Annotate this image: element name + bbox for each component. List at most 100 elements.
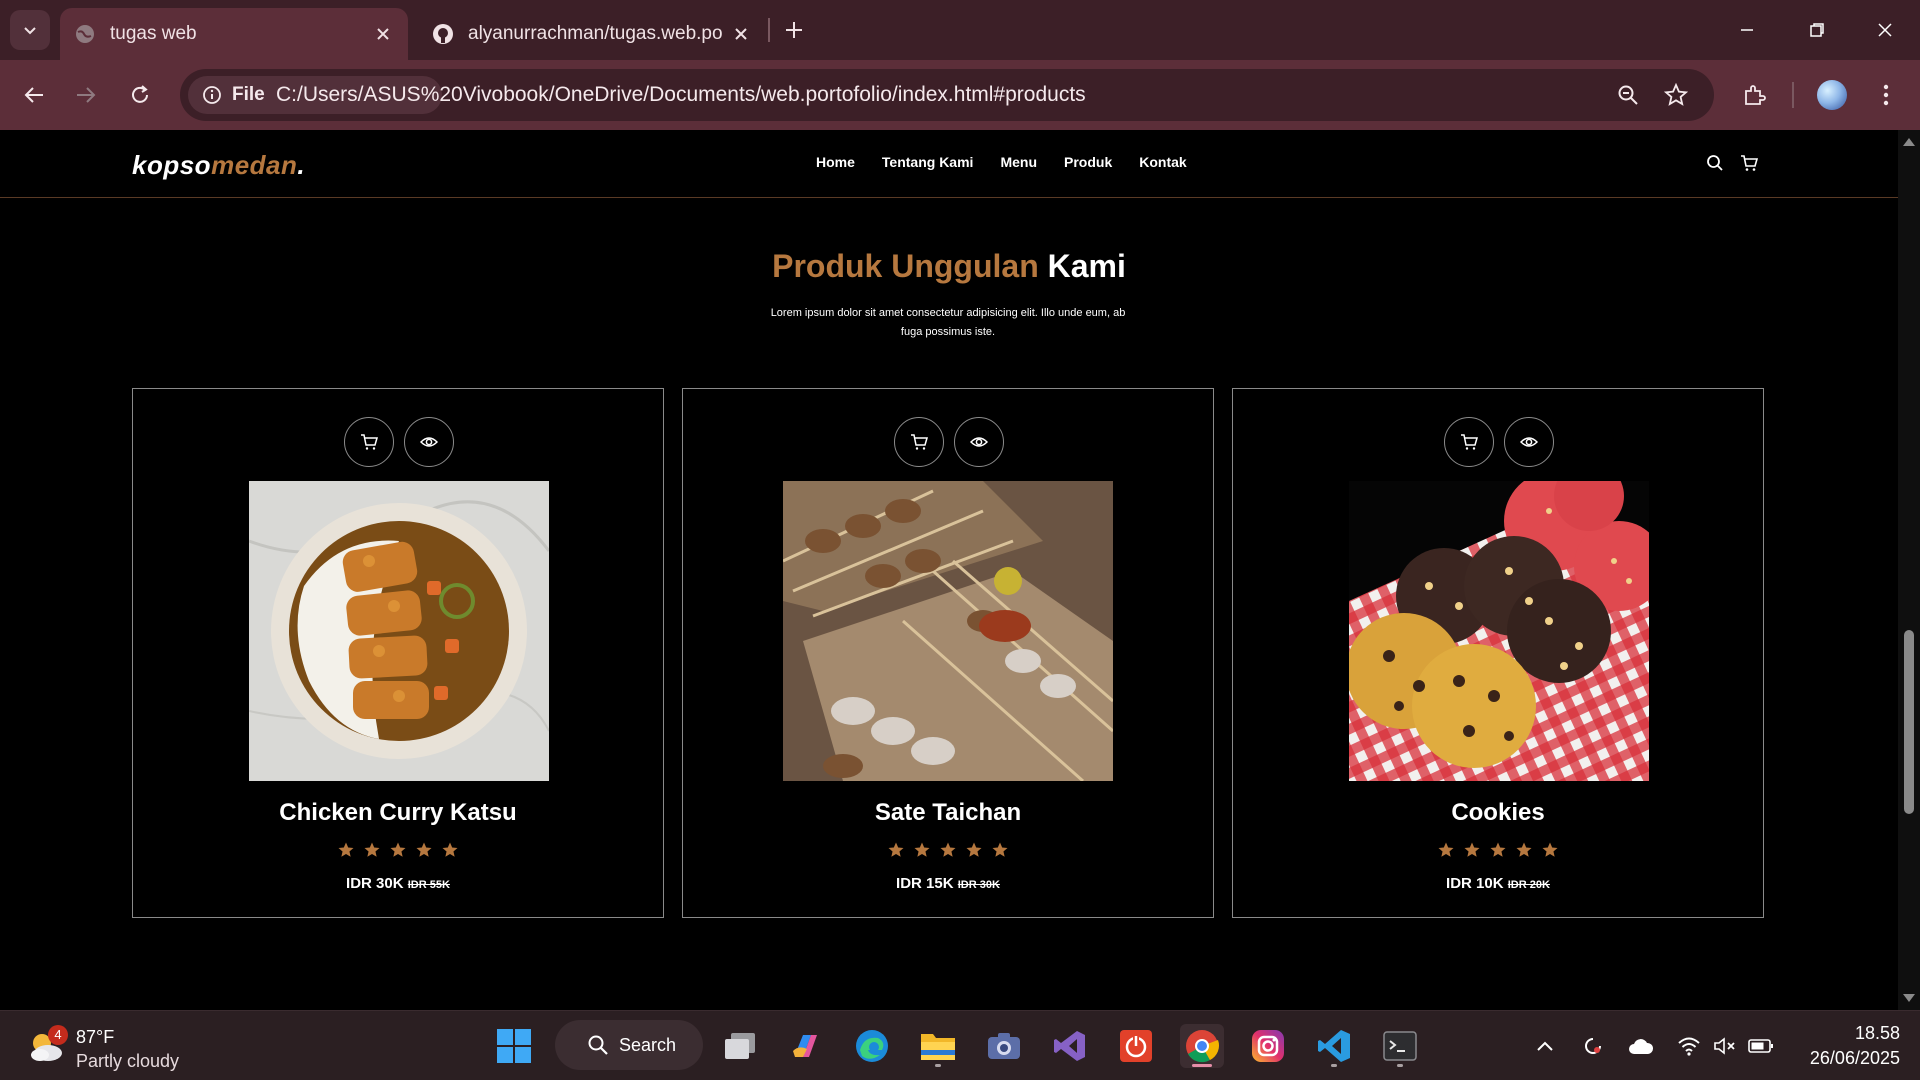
nav-link-produk[interactable]: Produk xyxy=(1064,154,1112,170)
toolbar-divider xyxy=(1792,82,1794,108)
reload-button[interactable] xyxy=(120,75,160,115)
tab-github[interactable]: alyanurrachman/tugas.web.port xyxy=(418,8,766,60)
tab-search-button[interactable] xyxy=(10,10,50,50)
vscode-icon xyxy=(1318,1030,1350,1062)
chevron-up-icon xyxy=(1537,1041,1553,1051)
new-tab-button[interactable] xyxy=(776,12,812,48)
running-indicator xyxy=(1397,1064,1403,1067)
taskbar-search[interactable]: Search xyxy=(555,1020,703,1070)
globe-icon xyxy=(76,25,94,43)
bookmark-button[interactable] xyxy=(1660,79,1692,111)
scrollbar-thumb[interactable] xyxy=(1904,630,1914,814)
add-to-cart-button[interactable] xyxy=(344,417,394,467)
star-icon xyxy=(390,842,406,857)
address-bar[interactable]: File C:/Users/ASUS%20Vivobook/OneDrive/D… xyxy=(180,69,1714,121)
shopping-cart-icon xyxy=(1741,155,1758,171)
site-search-button[interactable] xyxy=(1704,152,1726,174)
info-icon xyxy=(203,86,221,104)
puzzle-icon xyxy=(1745,85,1766,105)
zoom-button[interactable] xyxy=(1612,79,1644,111)
forward-button[interactable] xyxy=(66,75,106,115)
nav-link-home[interactable]: Home xyxy=(816,154,855,170)
site-logo[interactable]: kopsomedan. xyxy=(132,150,305,181)
restore-button[interactable] xyxy=(1782,0,1852,60)
instagram-icon xyxy=(1252,1030,1284,1062)
close-window-button[interactable] xyxy=(1850,0,1920,60)
old-price: IDR 30K xyxy=(957,879,1000,891)
add-to-cart-button[interactable] xyxy=(1444,417,1494,467)
star-icon xyxy=(940,842,956,857)
site-menu: Home Tentang Kami Menu Produk Kontak xyxy=(816,154,1187,170)
weather-widget[interactable]: 4 87°F Partly cloudy xyxy=(26,1019,186,1073)
task-view-button[interactable] xyxy=(718,1024,762,1068)
minimize-button[interactable] xyxy=(1712,0,1782,60)
star-icon xyxy=(1438,842,1454,857)
wifi-icon xyxy=(1678,1037,1700,1056)
product-image-cookies xyxy=(1349,481,1649,781)
vscode-app[interactable] xyxy=(1312,1024,1356,1068)
power-app[interactable] xyxy=(1114,1024,1158,1068)
section-title: Produk Unggulan Kami xyxy=(0,248,1898,285)
search-icon xyxy=(1707,155,1723,171)
star-icon xyxy=(364,842,380,857)
nav-link-kontak[interactable]: Kontak xyxy=(1139,154,1186,170)
close-tab-icon[interactable] xyxy=(730,23,752,45)
shopping-cart-icon xyxy=(361,434,378,450)
visual-studio-app[interactable] xyxy=(1048,1024,1092,1068)
start-button[interactable] xyxy=(492,1024,536,1068)
camera-app[interactable] xyxy=(982,1024,1026,1068)
browser-tab-bar: tugas web alyanurrachman/tugas.web.port xyxy=(0,0,1920,60)
section-title-rest: Kami xyxy=(1047,248,1126,284)
product-name: Chicken Curry Katsu xyxy=(279,799,517,826)
close-tab-icon[interactable] xyxy=(372,23,394,45)
instagram-app[interactable] xyxy=(1246,1024,1290,1068)
volume-tray-button[interactable] xyxy=(1712,1033,1738,1059)
section-description: Lorem ipsum dolor sit amet consectetur a… xyxy=(770,307,1126,338)
page-scrollbar[interactable] xyxy=(1898,130,1920,1010)
power-icon xyxy=(1120,1030,1152,1062)
edge-app[interactable] xyxy=(850,1024,894,1068)
onedrive-tray-button[interactable] xyxy=(1628,1033,1654,1059)
view-detail-button[interactable] xyxy=(404,417,454,467)
view-detail-button[interactable] xyxy=(954,417,1004,467)
scroll-down-icon[interactable] xyxy=(1902,992,1916,1006)
back-button[interactable] xyxy=(14,75,54,115)
file-explorer-app[interactable] xyxy=(916,1024,960,1068)
chrome-app[interactable] xyxy=(1180,1024,1224,1068)
reload-icon xyxy=(132,85,148,103)
scroll-up-icon[interactable] xyxy=(1902,134,1916,148)
battery-tray-button[interactable] xyxy=(1748,1033,1774,1059)
copilot-app[interactable] xyxy=(784,1024,828,1068)
extensions-button[interactable] xyxy=(1734,75,1774,115)
site-cart-button[interactable] xyxy=(1738,152,1760,174)
zoom-out-icon xyxy=(1618,85,1638,105)
wifi-tray-button[interactable] xyxy=(1676,1033,1702,1059)
tab-tugas-web[interactable]: tugas web xyxy=(60,8,408,60)
star-outline-icon xyxy=(1664,83,1688,106)
eye-icon xyxy=(1520,437,1538,447)
sync-tray-button[interactable] xyxy=(1580,1033,1606,1059)
view-detail-button[interactable] xyxy=(1504,417,1554,467)
logo-part: . xyxy=(297,150,306,180)
avatar xyxy=(1817,80,1847,110)
weather-condition: Partly cloudy xyxy=(76,1051,180,1071)
running-indicator xyxy=(1331,1064,1337,1067)
running-indicator xyxy=(1192,1064,1212,1067)
system-clock[interactable]: 18.58 26/06/2025 xyxy=(1790,1021,1900,1071)
show-hidden-icons-button[interactable] xyxy=(1532,1033,1558,1059)
browser-toolbar: File C:/Users/ASUS%20Vivobook/OneDrive/D… xyxy=(0,60,1920,130)
url-text[interactable]: C:/Users/ASUS%20Vivobook/OneDrive/Docume… xyxy=(276,69,1086,121)
star-icon xyxy=(966,842,982,857)
star-icon xyxy=(1516,842,1532,857)
browser-menu-button[interactable] xyxy=(1866,75,1906,115)
old-price: IDR 55K xyxy=(407,879,450,891)
product-card: Chicken Curry Katsu IDR 30K IDR 55K xyxy=(132,388,664,918)
arrow-left-icon xyxy=(24,87,43,103)
terminal-app[interactable] xyxy=(1378,1024,1422,1068)
copilot-icon xyxy=(793,1035,817,1057)
add-to-cart-button[interactable] xyxy=(894,417,944,467)
nav-link-menu[interactable]: Menu xyxy=(1000,154,1037,170)
profile-button[interactable] xyxy=(1812,75,1852,115)
nav-link-tentang-kami[interactable]: Tentang Kami xyxy=(882,154,974,170)
tab-separator xyxy=(768,18,770,42)
